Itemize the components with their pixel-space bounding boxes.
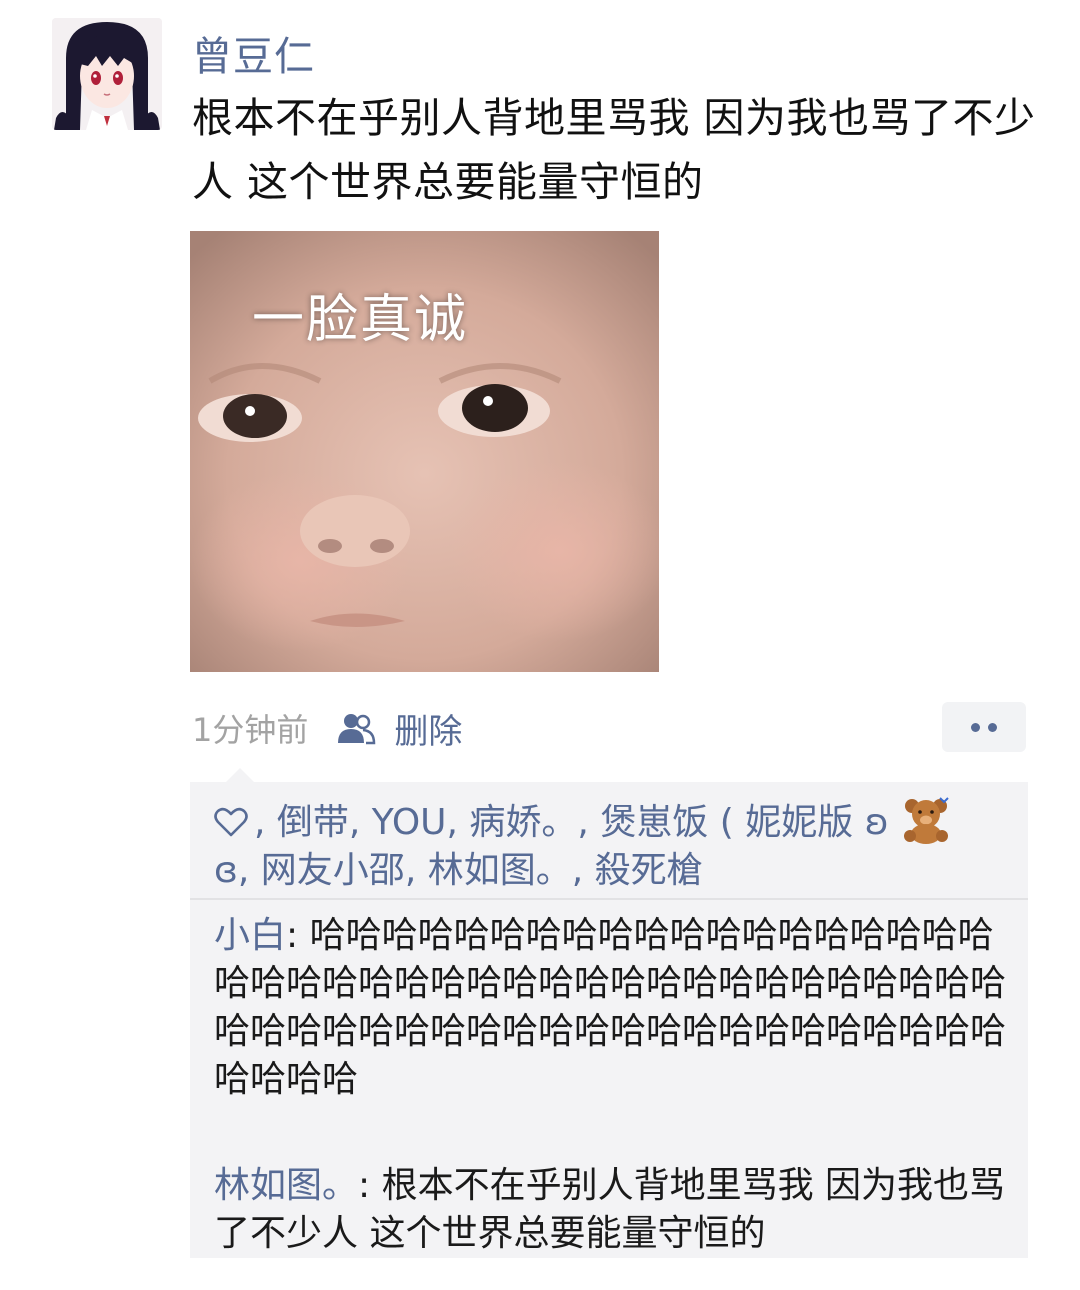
like-name[interactable]: 煲崽饭 ( 妮妮版 ʚ <box>600 802 888 843</box>
author-name[interactable]: 曾豆仁 <box>192 24 315 82</box>
like-name[interactable]: ɞ <box>214 850 238 891</box>
like-name[interactable]: 病娇。 <box>469 802 577 843</box>
comment-author[interactable]: 小白 <box>214 915 286 956</box>
more-dots-icon <box>971 722 980 732</box>
avatar[interactable] <box>52 18 162 130</box>
divider <box>190 898 1028 900</box>
like-name[interactable]: YOU <box>372 802 447 843</box>
post-text: 根本不在乎别人背地里骂我 因为我也骂了不少人 这个世界总要能量守恒的 <box>192 94 1036 206</box>
like-name[interactable]: 网友小邵 <box>261 850 405 891</box>
more-dots-icon <box>988 722 997 732</box>
image-caption: 一脸真诚 <box>252 290 469 350</box>
likes-list: , 倒带, YOU, 病娇。, 煲崽饭 ( 妮妮版 ʚ ɞ, 网友小邵, 林如图… <box>214 796 1014 895</box>
post-time: 1分钟前 <box>192 711 309 749</box>
like-name[interactable]: 倒带 <box>277 802 349 843</box>
comment-item[interactable]: 小白: 哈哈哈哈哈哈哈哈哈哈哈哈哈哈哈哈哈哈哈哈哈哈哈哈哈哈哈哈哈哈哈哈哈哈哈哈… <box>214 912 1014 1104</box>
comment-text: 哈哈哈哈哈哈哈哈哈哈哈哈哈哈哈哈哈哈哈哈哈哈哈哈哈哈哈哈哈哈哈哈哈哈哈哈哈哈哈哈… <box>214 915 1007 1100</box>
like-name[interactable]: 林如图。 <box>428 850 572 891</box>
more-button[interactable] <box>942 702 1026 752</box>
comment-author[interactable]: 林如图。 <box>214 1165 358 1206</box>
post-meta-row: 1分钟前 删除 <box>192 700 462 756</box>
like-name[interactable]: 殺死槍 <box>595 850 703 891</box>
likes-comments-box: , 倒带, YOU, 病娇。, 煲崽饭 ( 妮妮版 ʚ ɞ, 网友小邵, 林如图… <box>190 768 1028 1258</box>
friends-icon <box>336 711 376 745</box>
teddy-bear-emoji-icon <box>900 796 954 844</box>
post-image[interactable]: 一脸真诚 <box>190 231 659 672</box>
anime-girl-avatar-image <box>52 18 162 130</box>
delete-button[interactable]: 删除 <box>394 704 462 753</box>
comment-item[interactable]: 林如图。: 根本不在乎别人背地里骂我 因为我也骂了不少人 这个世界总要能量守恒的 <box>214 1162 1014 1258</box>
heart-outline-icon <box>214 802 248 837</box>
